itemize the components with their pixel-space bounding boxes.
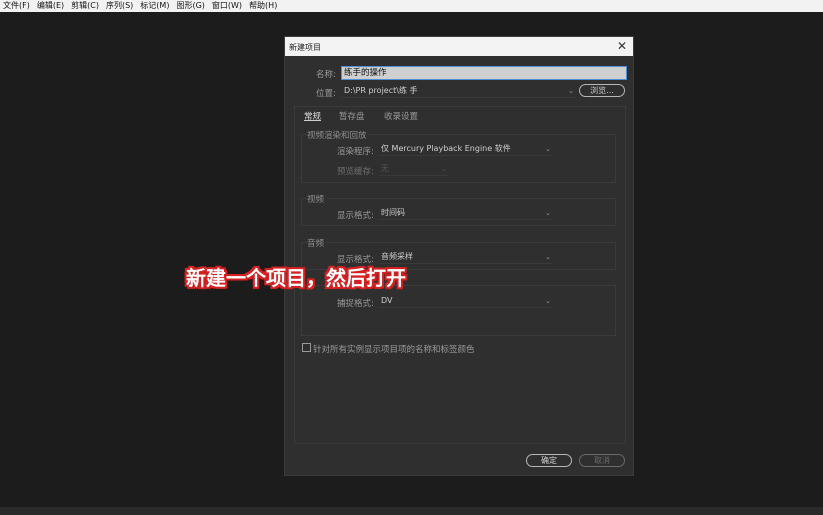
cancel-button[interactable]: 取消 — [579, 454, 625, 467]
audio-title: 音频 — [307, 237, 327, 249]
video-display-format-label: 显示格式: — [337, 211, 374, 221]
tab-scratch-disks[interactable]: 暂存盘 — [339, 110, 365, 122]
chevron-down-icon: ⌄ — [545, 145, 551, 153]
preview-cache-dropdown: 无 ⌄ — [379, 163, 449, 176]
capture-format-label: 捕捉格式: — [337, 299, 374, 309]
show-label-color-label: 针对所有实例显示项目项的名称和标签颜色 — [313, 345, 475, 355]
location-dropdown[interactable]: D:\PR project\练 手 ⌄ — [341, 85, 576, 98]
menu-marker[interactable]: 标记(M) — [137, 0, 173, 12]
show-label-color-checkbox[interactable] — [302, 343, 311, 352]
tab-ingest-settings[interactable]: 收录设置 — [384, 110, 418, 122]
renderer-value: 仅 Mercury Playback Engine 软件 — [381, 144, 511, 153]
capture-format-value: DV — [381, 296, 393, 305]
menu-edit[interactable]: 编辑(E) — [34, 0, 68, 12]
menu-sequence[interactable]: 序列(S) — [103, 0, 137, 12]
menu-help[interactable]: 帮助(H) — [246, 0, 281, 12]
ok-button[interactable]: 确定 — [526, 454, 572, 467]
video-rendering-title: 视频渲染和回放 — [307, 129, 369, 141]
dialog-title: 新建项目 — [289, 43, 321, 52]
name-label: 名称: — [316, 70, 336, 80]
capture-group — [301, 285, 616, 336]
menu-bar: 文件(F) 编辑(E) 剪辑(C) 序列(S) 标记(M) 图形(G) 窗口(W… — [0, 0, 823, 12]
chevron-down-icon: ⌄ — [568, 87, 574, 95]
close-icon[interactable]: ✕ — [617, 39, 627, 53]
chevron-down-icon: ⌄ — [545, 253, 551, 261]
menu-window[interactable]: 窗口(W) — [209, 0, 246, 12]
video-display-format-dropdown[interactable]: 时间码 ⌄ — [379, 207, 553, 220]
menu-clip[interactable]: 剪辑(C) — [68, 0, 103, 12]
tab-active-indicator — [304, 120, 321, 121]
video-display-format-value: 时间码 — [381, 208, 405, 217]
chevron-down-icon: ⌄ — [441, 165, 447, 173]
renderer-dropdown[interactable]: 仅 Mercury Playback Engine 软件 ⌄ — [379, 143, 553, 156]
new-project-dialog: 新建项目 ✕ 名称: 练手的操作 位置: D:\PR project\练 手 ⌄… — [284, 36, 634, 476]
audio-display-format-value: 音频采样 — [381, 252, 413, 261]
location-value: D:\PR project\练 手 — [344, 86, 418, 95]
preview-cache-value: 无 — [381, 164, 389, 173]
tutorial-caption: 新建一个项目，然后打开 — [186, 266, 406, 290]
chevron-down-icon: ⌄ — [545, 297, 551, 305]
video-title: 视频 — [307, 193, 327, 205]
browse-button[interactable]: 浏览... — [579, 84, 625, 97]
capture-format-dropdown[interactable]: DV ⌄ — [379, 295, 553, 308]
menu-file[interactable]: 文件(F) — [0, 0, 34, 12]
dialog-titlebar: 新建项目 ✕ — [285, 37, 633, 56]
renderer-label: 渲染程序: — [337, 147, 374, 157]
preview-cache-label: 预览缓存: — [337, 167, 374, 177]
chevron-down-icon: ⌄ — [545, 209, 551, 217]
menu-graphics[interactable]: 图形(G) — [173, 0, 208, 12]
location-label: 位置: — [316, 89, 336, 99]
status-strip — [0, 507, 823, 515]
project-name-input[interactable]: 练手的操作 — [341, 66, 627, 80]
